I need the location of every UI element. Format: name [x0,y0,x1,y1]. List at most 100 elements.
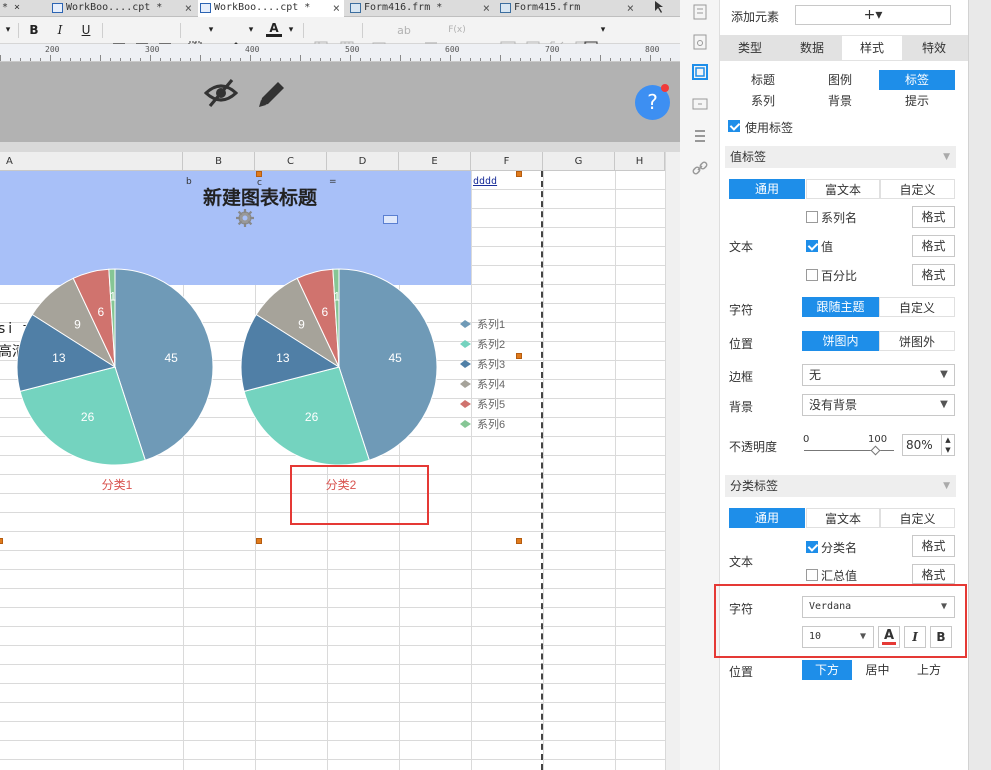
legend-entry[interactable]: 系列5 [477,397,505,411]
bold-button[interactable]: B [26,22,42,39]
series-name-format-button[interactable]: 格式 [912,206,955,228]
category-name-format-button[interactable]: 格式 [912,535,955,557]
pie-value-label: 9 [74,317,81,331]
selection-handle[interactable] [256,171,262,177]
subtab-title[interactable]: 标题 [725,70,801,90]
subtab-tooltip[interactable]: 提示 [879,91,955,111]
dropdown-arrow-icon[interactable]: ▾ [246,22,256,39]
dropdown-arrow-icon[interactable]: ▾ [206,22,216,39]
value-label-section[interactable]: 值标签 ▼ [725,146,956,168]
tab-partial[interactable]: * × [0,0,48,17]
column-header-b[interactable]: B [183,152,255,171]
dropdown-arrow-icon[interactable]: ▾ [286,22,296,39]
tab-workbook-2[interactable]: WorkBoo....cpt * × [198,0,344,17]
value-checkbox[interactable] [806,240,818,252]
dropdown-arrow-icon[interactable]: ▾ [2,22,14,39]
value-mode-custom[interactable]: 自定义 [880,179,955,199]
background-select[interactable]: 没有背景 ▼ [802,394,955,416]
underline-button[interactable]: U [78,22,94,39]
close-icon[interactable]: × [333,0,340,16]
tab-workbook-1[interactable]: WorkBoo....cpt * × [50,0,196,17]
legend-entry[interactable]: 系列6 [477,417,505,431]
highlight-box [290,465,429,525]
add-element-button[interactable]: +▾ [795,5,951,25]
category-mode-general[interactable]: 通用 [729,508,805,528]
use-label-checkbox[interactable] [728,120,740,132]
tab-style[interactable]: 样式 [842,36,902,60]
tab-effects[interactable]: 特效 [904,36,964,60]
column-header-c[interactable]: C [255,152,327,171]
selection-handle[interactable] [256,538,262,544]
text-color-button[interactable]: A [266,22,282,37]
opacity-value-input[interactable]: 80% [902,434,942,456]
collapse-arrow-icon[interactable]: ▼ [943,475,950,497]
subtab-label[interactable]: 标签 [879,70,955,90]
column-header-a[interactable]: A [0,152,183,171]
vertical-scrollbar[interactable] [665,152,680,770]
tab-menu-arrow-icon[interactable] [652,0,666,14]
category-position-below[interactable]: 下方 [802,660,852,680]
dropdown-arrow-icon[interactable]: ▾ [598,22,608,39]
series-name-checkbox[interactable] [806,211,818,223]
category-label-section[interactable]: 分类标签 ▼ [725,475,956,497]
category-name-checkbox[interactable] [806,541,818,553]
chevron-down-icon[interactable]: ▼ [934,365,954,385]
layer-icon[interactable] [692,96,708,112]
column-header-g[interactable]: G [543,152,615,171]
legend-entry[interactable]: 系列4 [477,377,505,391]
font-custom-button[interactable]: 自定义 [879,297,955,317]
column-header-e[interactable]: E [399,152,471,171]
percent-checkbox[interactable] [806,269,818,281]
close-icon[interactable]: × [483,0,490,16]
subtab-series[interactable]: 系列 [725,91,801,111]
category-position-above[interactable]: 上方 [903,660,955,680]
spreadsheet-grid[interactable]: 新建图表标题 b c = dddd si z 高清 45 26 13 9 6 1 分类1 45… [0,171,665,770]
selection-handle[interactable] [0,538,3,544]
close-icon[interactable]: × [627,0,634,16]
column-header-d[interactable]: D [327,152,399,171]
selection-handle[interactable] [516,353,522,359]
position-outside-button[interactable]: 饼图外 [879,331,955,351]
legend-entry[interactable]: 系列3 [477,357,505,371]
column-header-h[interactable]: H [615,152,665,171]
text-field-button[interactable]: ab [396,22,412,39]
opacity-stepper[interactable]: ▲ ▼ [942,434,955,456]
column-header-f[interactable]: F [471,152,543,171]
category-label[interactable]: 分类1 [102,478,133,492]
tab-type[interactable]: 类型 [720,36,780,60]
italic-button[interactable]: I [52,22,68,39]
list-icon[interactable] [692,128,708,144]
legend-entry[interactable]: 系列1 [477,317,505,331]
subtab-legend[interactable]: 图例 [802,70,878,90]
font-follow-theme-button[interactable]: 跟随主题 [802,297,879,317]
category-position-center[interactable]: 居中 [852,660,903,680]
edit-pencil-icon[interactable] [256,76,288,110]
close-icon[interactable]: × [185,0,192,16]
percent-format-button[interactable]: 格式 [912,264,955,286]
tab-form415[interactable]: Form415.frm × [498,0,638,17]
hide-icon[interactable] [204,76,238,110]
formula-button[interactable]: F(x) [448,22,466,39]
component-icon[interactable] [692,4,708,20]
selection-handle[interactable] [516,538,522,544]
legend-entry[interactable]: 系列2 [477,337,505,351]
selection-handle[interactable] [516,171,522,177]
chevron-down-icon[interactable]: ▼ [934,395,954,415]
position-inside-button[interactable]: 饼图内 [802,331,879,351]
chart-style-icon[interactable] [692,64,708,80]
widget-settings-icon[interactable] [692,34,708,50]
category-mode-custom[interactable]: 自定义 [880,508,955,528]
category-mode-richtext[interactable]: 富文本 [806,508,880,528]
value-mode-richtext[interactable]: 富文本 [806,179,880,199]
border-select[interactable]: 无 ▼ [802,364,955,386]
panel-scrollbar[interactable] [968,0,991,770]
collapse-arrow-icon[interactable]: ▼ [943,146,950,168]
total-value-format-button[interactable]: 格式 [912,564,955,584]
subtab-background[interactable]: 背景 [802,91,878,111]
total-value-checkbox[interactable] [806,569,818,581]
tab-data[interactable]: 数据 [782,36,842,60]
tab-form416[interactable]: Form416.frm * × [348,0,494,17]
value-format-button[interactable]: 格式 [912,235,955,257]
value-mode-general[interactable]: 通用 [729,179,805,199]
link-icon[interactable] [692,160,708,176]
